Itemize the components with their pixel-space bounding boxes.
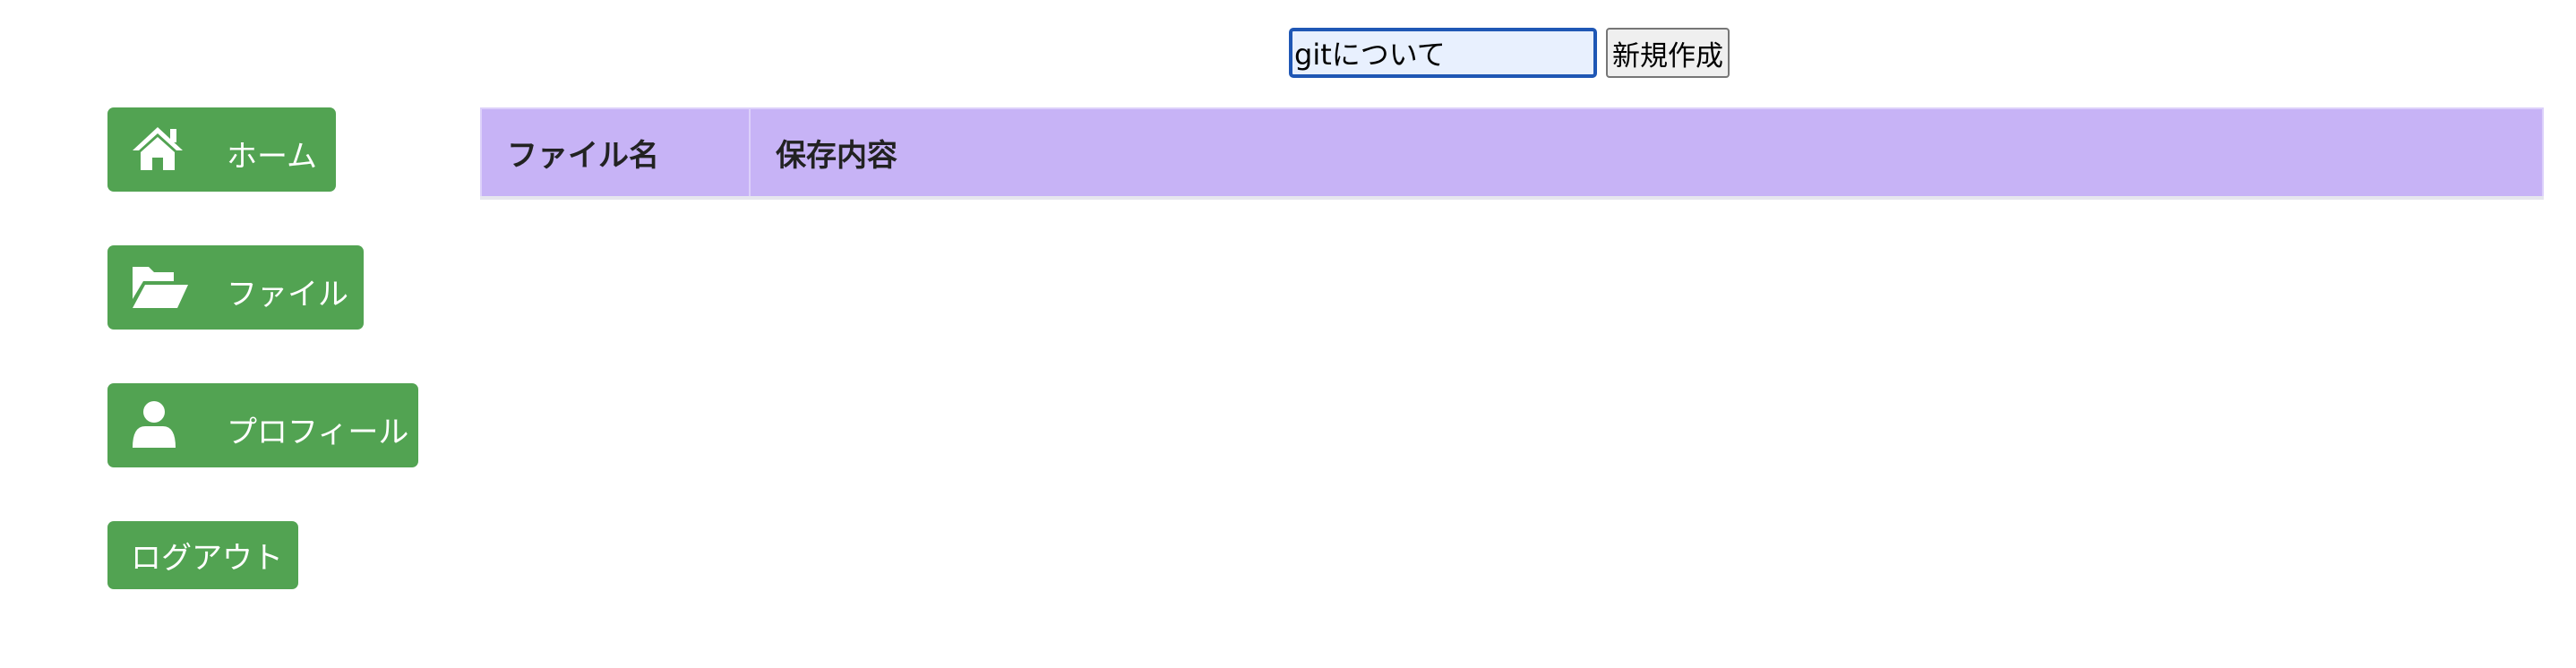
folder-open-icon — [131, 261, 188, 312]
user-icon — [131, 399, 185, 450]
column-header-filename: ファイル名 — [480, 107, 751, 200]
create-button[interactable]: 新規作成 — [1606, 28, 1730, 78]
file-table: ファイル名 保存内容 — [480, 107, 2544, 200]
sidebar-item-label: ホーム — [227, 139, 317, 175]
sidebar-item-home[interactable]: ホーム — [107, 107, 336, 192]
logout-button[interactable]: ログアウト — [107, 521, 298, 589]
column-header-content: 保存内容 — [749, 107, 2544, 200]
sidebar-item-label: ファイル — [227, 277, 348, 313]
new-file-form: 新規作成 — [1289, 28, 1730, 78]
title-input[interactable] — [1289, 28, 1597, 78]
table-header-row: ファイル名 保存内容 — [480, 107, 2544, 200]
home-icon — [131, 124, 185, 174]
sidebar-item-profile[interactable]: プロフィール — [107, 383, 418, 467]
sidebar-item-file[interactable]: ファイル — [107, 245, 364, 330]
logout-label: ログアウト — [131, 540, 283, 577]
page: 新規作成 ホーム ファイル — [0, 0, 2576, 668]
sidebar-item-label: プロフィール — [227, 415, 409, 450]
